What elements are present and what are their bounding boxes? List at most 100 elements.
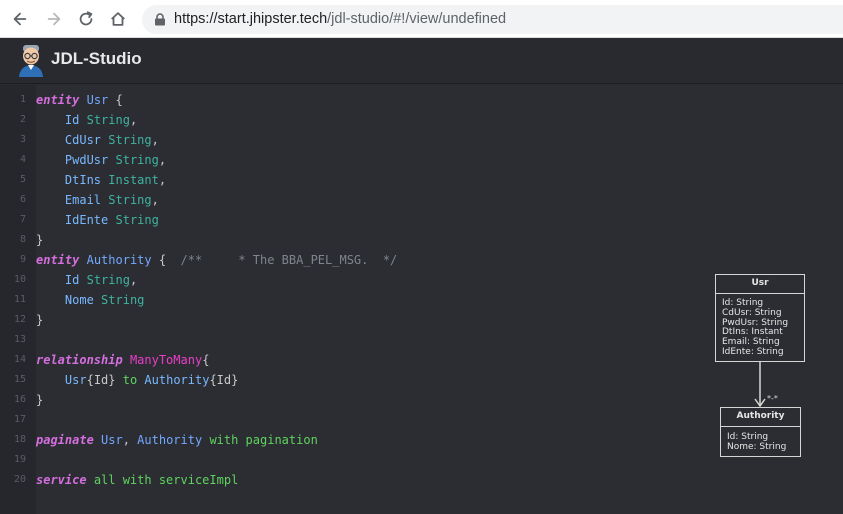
code-token: String <box>115 153 159 167</box>
line-number: 6 <box>19 194 26 205</box>
line-number: 12 <box>13 314 26 325</box>
code-token: CdUsr <box>64 133 102 147</box>
code-token: , <box>122 433 138 447</box>
line-number: 20 <box>13 474 26 485</box>
code-token: String <box>115 213 159 227</box>
code-token: Nome <box>64 293 94 307</box>
entity-box-authority[interactable]: Authority Id: String Nome: String <box>720 407 801 457</box>
code-line[interactable]: Id String, <box>36 270 137 290</box>
code-token: Usr <box>64 373 87 387</box>
url-host: https://start.jhipster.tech <box>174 11 328 27</box>
code-token: Authority <box>137 433 203 447</box>
code-line[interactable]: } <box>36 310 43 330</box>
code-token: {Id} <box>86 373 116 387</box>
line-number: 11 <box>13 294 26 305</box>
browser-toolbar: https://start.jhipster.tech/jdl-studio/#… <box>0 0 843 38</box>
line-number: 3 <box>19 134 26 145</box>
code-line[interactable]: PwdUsr String, <box>36 150 166 170</box>
forward-arrow-icon[interactable] <box>44 9 64 29</box>
line-number: 4 <box>19 154 26 165</box>
code-token: , <box>129 113 138 127</box>
code-token: relationship <box>36 353 123 367</box>
code-line[interactable]: service all with serviceImpl <box>36 470 238 490</box>
code-token: service <box>36 473 87 487</box>
code-token: , <box>129 273 138 287</box>
url-path: /jdl-studio/#!/view/undefined <box>327 11 507 27</box>
code-token: IdEnte <box>64 213 109 227</box>
code-token: {Id} <box>209 373 239 387</box>
app-title: JDL-Studio <box>51 49 142 68</box>
entity-title-usr: Usr <box>716 275 804 294</box>
code-token: } <box>36 393 44 407</box>
code-token: with pagination <box>209 433 318 447</box>
code-token: PwdUsr <box>64 153 109 167</box>
entity-title-authority: Authority <box>721 408 800 427</box>
code-token: Authority <box>144 373 210 387</box>
code-line[interactable]: Usr{Id} to Authority{Id} <box>36 370 238 390</box>
code-token: , <box>158 173 167 187</box>
code-token: to <box>122 373 138 387</box>
line-number: 17 <box>13 414 26 425</box>
line-number: 14 <box>13 354 26 365</box>
code-line[interactable]: relationship ManyToMany{ <box>36 350 209 370</box>
entity-field: Nome: String <box>727 441 787 452</box>
code-token: ManyToMany <box>129 353 203 367</box>
code-line[interactable]: DtIns Instant, <box>36 170 166 190</box>
line-number: 10 <box>13 274 26 285</box>
entity-fields-authority: Id: String Nome: String <box>721 427 800 453</box>
code-line[interactable]: paginate Usr, Authority with pagination <box>36 430 318 450</box>
line-number: 15 <box>13 374 26 385</box>
line-number: 5 <box>19 174 26 185</box>
code-line[interactable]: IdEnte String <box>36 210 159 230</box>
code-token: String <box>101 293 145 307</box>
app-header: JDL-Studio <box>0 38 843 84</box>
line-number: 8 <box>19 234 26 245</box>
line-number: 18 <box>13 434 26 445</box>
line-number: 7 <box>19 214 26 225</box>
back-arrow-icon[interactable] <box>10 9 30 29</box>
entity-diagram: Usr Id: String CdUsr: String PwdUsr: Strin… <box>700 260 830 480</box>
line-number: 1 <box>19 94 26 105</box>
code-token: { <box>202 353 210 367</box>
code-line[interactable]: Id String, <box>36 110 137 130</box>
code-token: String <box>108 193 152 207</box>
code-line[interactable]: entity Usr { <box>36 90 123 110</box>
code-line[interactable]: } <box>36 230 43 250</box>
entity-fields-usr: Id: String CdUsr: String PwdUsr: String DtI… <box>716 294 804 358</box>
line-number: 16 <box>13 394 26 405</box>
entity-box-usr[interactable]: Usr Id: String CdUsr: String PwdUsr: Strin… <box>715 274 805 362</box>
code-token: DtIns <box>64 173 102 187</box>
code-line[interactable]: CdUsr String, <box>36 130 159 150</box>
code-line[interactable]: Nome String <box>36 290 145 310</box>
reload-icon[interactable] <box>76 9 96 29</box>
code-line[interactable]: Email String, <box>36 190 159 210</box>
home-icon[interactable] <box>108 9 128 29</box>
code-token: Id <box>64 273 80 287</box>
code-line[interactable]: entity Authority { /** * The BBA_PEL_MSG… <box>36 250 397 270</box>
jhipster-avatar-icon <box>19 45 43 77</box>
code-token: Instant <box>108 173 159 187</box>
lock-icon <box>155 13 165 26</box>
code-line[interactable]: } <box>36 390 43 410</box>
code-token: } <box>36 233 44 247</box>
code-token: paginate <box>36 433 94 447</box>
address-bar[interactable]: https://start.jhipster.tech/jdl-studio/#… <box>142 5 843 34</box>
code-token: entity <box>36 93 80 107</box>
code-token: Authority <box>86 253 152 267</box>
